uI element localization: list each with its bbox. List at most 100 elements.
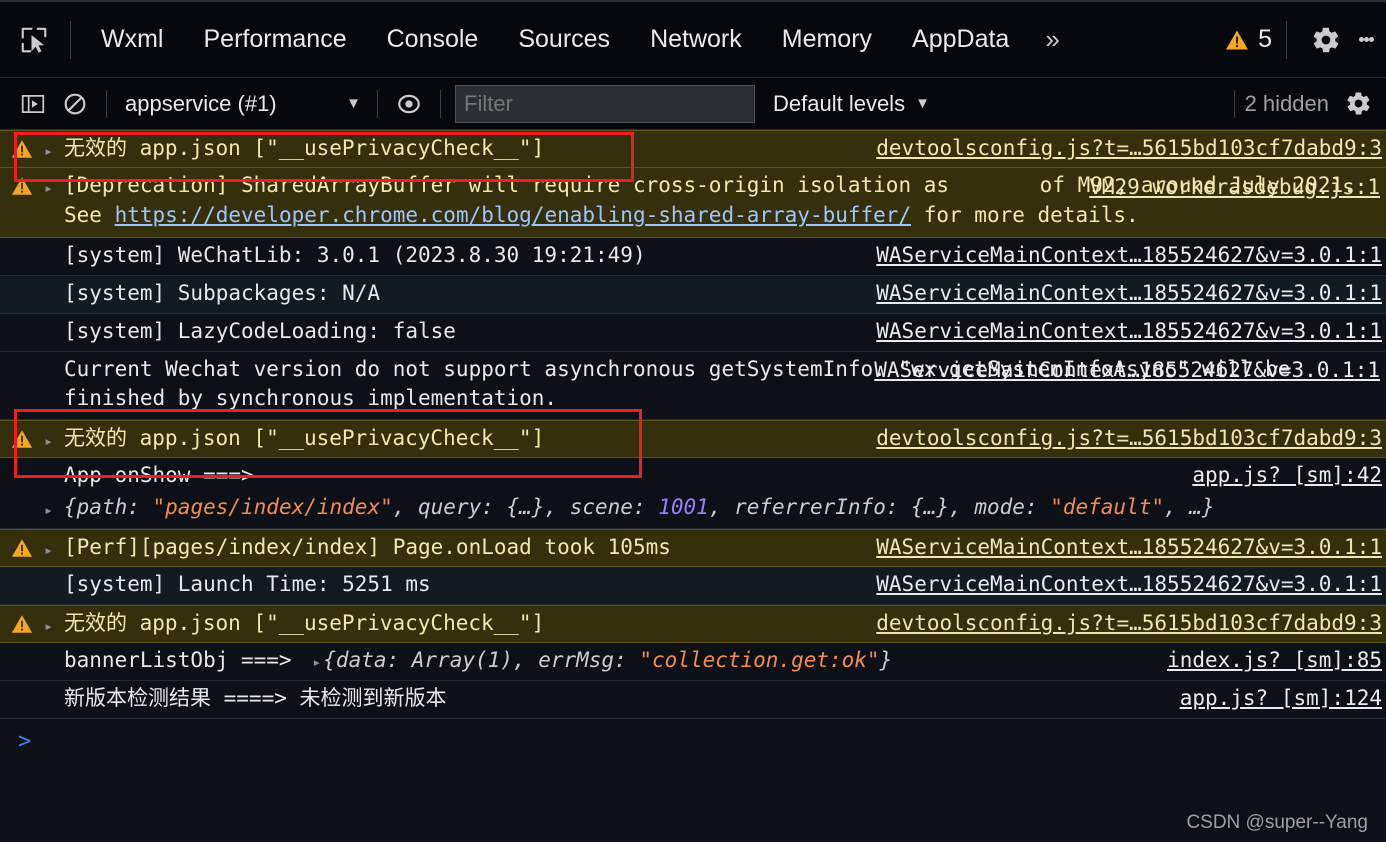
console-object-preview: {path: "pages/index/index", query: {…}, …	[64, 493, 1382, 523]
row-disclose-spacer-6	[44, 355, 64, 362]
warning-triangle-icon-2	[0, 171, 44, 197]
console-row-warning-sharedarraybuffer[interactable]: ▸ [Deprecation] SharedArrayBuffer will r…	[0, 168, 1386, 238]
console-prompt-chevron-icon: >	[18, 728, 32, 754]
warning-triangle-icon	[1226, 30, 1249, 49]
console-object-preview-row: ▸ {path: "pages/index/index", query: {…}…	[0, 493, 1382, 523]
console-row-subpackages[interactable]: [system] Subpackages: N/A WAServiceMainC…	[0, 275, 1386, 314]
source-link-7[interactable]: devtoolsconfig.js?t=…5615bd103cf7dabd9:3	[868, 424, 1382, 454]
execution-context-selector[interactable]: appservice (#1) ▼	[117, 91, 367, 117]
console-message-text-12: bannerListObj ===> ▸{data: Array(1), err…	[64, 646, 1159, 676]
disclosure-triangle-icon-9[interactable]: ▸	[44, 533, 64, 561]
row-gutter-3	[0, 241, 44, 245]
console-row-warning-privacy-1[interactable]: ▸ 无效的 app.json ["__usePrivacyCheck__"] d…	[0, 130, 1386, 168]
console-message-list[interactable]: ▸ 无效的 app.json ["__usePrivacyCheck__"] d…	[0, 130, 1386, 842]
filter-input[interactable]	[455, 84, 755, 123]
console-row-async-getsysteminfo[interactable]: Current Wechat version do not support as…	[0, 352, 1386, 421]
row-disclose-spacer-10	[44, 570, 64, 577]
console-message-text-13: 新版本检测结果 ====> 未检测到新版本	[64, 685, 447, 710]
show-console-sidebar-icon[interactable]	[12, 91, 54, 117]
more-tabs-chevron-icon[interactable]: »	[1029, 24, 1073, 55]
warning-count-indicator[interactable]: 5	[1224, 25, 1272, 54]
inspect-cursor-icon[interactable]	[14, 20, 54, 60]
filterbar-divider-3	[440, 89, 441, 118]
toolbar-divider-right	[1286, 20, 1287, 59]
bannerlist-disclosure-triangle-icon[interactable]: ▸	[304, 653, 323, 671]
devtools-tabbar: Wxml Performance Console Sources Network…	[0, 0, 1386, 78]
gear-icon[interactable]	[1297, 25, 1355, 55]
source-link-13[interactable]: app.js? [sm]:124	[1172, 684, 1382, 714]
source-link-4[interactable]: WAServiceMainContext…185524627&v=3.0.1:1	[868, 279, 1382, 309]
console-row-lazycodeloading[interactable]: [system] LazyCodeLoading: false WAServic…	[0, 314, 1386, 352]
console-row-warning-privacy-2[interactable]: ▸ 无效的 app.json ["__usePrivacyCheck__"] d…	[0, 420, 1386, 459]
tab-network[interactable]: Network	[630, 27, 762, 52]
source-link[interactable]: devtoolsconfig.js?t=…5615bd103cf7dabd9:3	[868, 134, 1382, 164]
obj-open: {	[64, 495, 77, 520]
row-disclose-spacer-4	[44, 279, 64, 286]
source-link-10[interactable]: WAServiceMainContext…185524627&v=3.0.1:1	[868, 570, 1382, 600]
clear-console-icon[interactable]	[54, 91, 96, 117]
console-settings-gear-icon[interactable]	[1345, 90, 1386, 117]
source-link-6[interactable]: WAServiceMainContext…185524627&v=3.0.1:1	[866, 356, 1380, 386]
obj-close: , …}	[1164, 495, 1215, 520]
source-link-8[interactable]: app.js? [sm]:42	[1184, 461, 1382, 491]
source-link-12[interactable]: index.js? [sm]:85	[1159, 646, 1382, 676]
console-row-version-check[interactable]: 新版本检测结果 ====> 未检测到新版本 app.js? [sm]:124	[0, 681, 1386, 719]
row-disclose-spacer-5	[44, 317, 64, 324]
console-prompt[interactable]: >	[0, 719, 1386, 754]
source-link-5[interactable]: WAServiceMainContext…185524627&v=3.0.1:1	[868, 317, 1382, 347]
console-message-text-9: [Perf][pages/index/index] Page.onLoad to…	[64, 534, 671, 559]
obj12-v1: "collection.get:ok"	[639, 647, 880, 672]
watermark-text: CSDN @super--Yang	[1186, 812, 1368, 833]
console-message-text: 无效的 app.json ["__usePrivacyCheck__"]	[64, 136, 545, 160]
row-gutter-12	[0, 646, 44, 650]
disclosure-triangle-icon-7[interactable]: ▸	[44, 424, 64, 452]
kebab-menu-icon[interactable]	[1355, 35, 1386, 45]
devtools-window: Wxml Performance Console Sources Network…	[0, 0, 1386, 842]
tab-appdata[interactable]: AppData	[892, 27, 1029, 52]
bannerlist-label: bannerListObj ===>	[64, 647, 292, 672]
obj12-k1: data: Array(1), errMsg:	[335, 647, 640, 672]
shared-array-buffer-doc-link[interactable]: https://developer.chrome.com/blog/enabli…	[115, 203, 912, 227]
tab-console[interactable]: Console	[367, 27, 499, 52]
tab-memory[interactable]: Memory	[762, 27, 892, 52]
obj-k1: path:	[76, 495, 153, 520]
disclosure-triangle-icon[interactable]: ▸	[44, 134, 64, 162]
filterbar-divider-2	[377, 89, 378, 118]
deprecation-part-c: for more details.	[911, 202, 1139, 227]
source-link-2[interactable]: VM29 workerasdebug.js:1	[1081, 173, 1380, 203]
obj12-close: }	[879, 647, 893, 672]
log-level-selector[interactable]: Default levels ▼	[773, 91, 936, 117]
deprecation-part-a: [Deprecation] SharedArrayBuffer will req…	[64, 173, 962, 197]
live-expression-eye-icon[interactable]	[388, 91, 430, 117]
log-level-label: Default levels	[773, 90, 906, 116]
warning-count-value: 5	[1258, 25, 1272, 53]
filterbar-divider-4	[1233, 89, 1235, 118]
console-message-text-11: 无效的 app.json ["__usePrivacyCheck__"]	[64, 610, 545, 635]
kebab-dot-3	[1369, 37, 1374, 42]
row-gutter-13	[0, 684, 44, 688]
row-gutter-10	[0, 570, 44, 574]
row-gutter-8b	[0, 493, 44, 497]
warning-triangle-icon-9	[0, 533, 44, 559]
console-row-wechatlib[interactable]: [system] WeChatLib: 3.0.1 (2023.8.30 19:…	[0, 238, 1386, 276]
obj-v2: 1001	[658, 495, 709, 520]
tab-wxml[interactable]: Wxml	[81, 27, 183, 52]
console-row-bannerlistobj[interactable]: bannerListObj ===> ▸{data: Array(1), err…	[0, 643, 1386, 681]
row-disclose-spacer-13	[44, 684, 64, 691]
console-row-warning-privacy-3[interactable]: ▸ 无效的 app.json ["__usePrivacyCheck__"] d…	[0, 604, 1386, 643]
source-link-9[interactable]: WAServiceMainContext…185524627&v=3.0.1:1	[868, 533, 1382, 563]
obj-v3: "default"	[1050, 495, 1164, 520]
console-row-app-onshow[interactable]: App onShow ===> app.js? [sm]:42 ▸ {path:…	[0, 458, 1386, 529]
obj12-open: {	[323, 647, 336, 672]
source-link-3[interactable]: WAServiceMainContext…185524627&v=3.0.1:1	[868, 241, 1382, 271]
disclosure-triangle-icon-2[interactable]: ▸	[44, 171, 64, 199]
console-row-perf-onload[interactable]: ▸ [Perf][pages/index/index] Page.onLoad …	[0, 528, 1386, 567]
source-link-11[interactable]: devtoolsconfig.js?t=…5615bd103cf7dabd9:3	[868, 609, 1382, 639]
console-message-text-8: App onShow ===>	[64, 463, 254, 488]
tab-sources[interactable]: Sources	[498, 27, 630, 52]
console-row-launch-time[interactable]: [system] Launch Time: 5251 ms WAServiceM…	[0, 566, 1386, 605]
toolbar-divider	[70, 20, 71, 59]
disclosure-triangle-icon-11[interactable]: ▸	[44, 609, 64, 637]
tab-performance[interactable]: Performance	[183, 27, 366, 52]
object-disclosure-triangle-icon[interactable]: ▸	[44, 493, 64, 521]
